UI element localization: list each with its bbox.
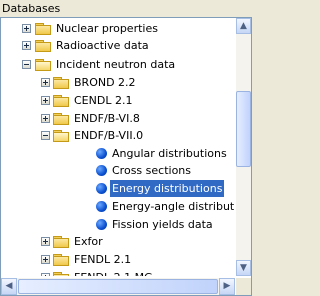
horizontal-scroll-thumb[interactable]: [18, 279, 218, 294]
vertical-scrollbar[interactable]: ▲ ▼: [236, 18, 251, 276]
collapse-minus-icon[interactable]: [22, 60, 31, 69]
tree-folder-item[interactable]: CENDL 2.1: [1, 92, 235, 109]
arrow-down-icon: ▼: [240, 263, 247, 273]
arrow-up-icon: ▲: [240, 21, 247, 31]
horizontal-scrollbar[interactable]: ◀ ▶: [1, 278, 235, 295]
tree-folder-item[interactable]: ENDF/B-VII.0: [1, 127, 235, 144]
scroll-down-button[interactable]: ▼: [236, 260, 251, 276]
expand-plus-icon[interactable]: [41, 96, 50, 105]
tree-leaf-item[interactable]: Energy distributions: [1, 180, 235, 197]
expand-plus-icon[interactable]: [41, 237, 50, 246]
folder-icon: [53, 77, 69, 89]
folder-icon: [53, 95, 69, 107]
tree-folder-item[interactable]: FENDL 2.1: [1, 251, 235, 268]
arrow-left-icon: ◀: [5, 281, 13, 291]
collapse-minus-icon[interactable]: [41, 131, 50, 140]
folder-icon: [53, 236, 69, 248]
tree-item-label[interactable]: ENDF/B-VII.0: [72, 127, 145, 144]
tree-leaf-item[interactable]: Cross sections: [1, 162, 235, 179]
expand-plus-icon[interactable]: [41, 255, 50, 264]
arrow-right-icon: ▶: [223, 281, 231, 291]
dataset-bullet-icon: [96, 165, 107, 176]
tree-item-label[interactable]: CENDL 2.1: [72, 92, 134, 109]
scroll-right-button[interactable]: ▶: [219, 278, 235, 295]
expand-plus-icon[interactable]: [22, 41, 31, 50]
expand-plus-icon[interactable]: [41, 114, 50, 123]
tree-item-label[interactable]: Fission yields data: [110, 216, 215, 233]
expand-plus-icon[interactable]: [22, 24, 31, 33]
dataset-bullet-icon: [96, 219, 107, 230]
folder-open-icon: [35, 59, 51, 71]
tree-item-label[interactable]: FENDL 2.1 MG: [72, 269, 155, 276]
tree-folder-item[interactable]: FENDL 2.1 MG: [1, 269, 235, 276]
tree-leaf-item[interactable]: Energy-angle distributions: [1, 198, 235, 215]
tree-folder-item[interactable]: Incident neutron data: [1, 56, 235, 73]
tree-item-label[interactable]: Angular distributions: [110, 145, 229, 162]
scroll-up-button[interactable]: ▲: [236, 18, 251, 34]
tree-leaf-item[interactable]: Fission yields data: [1, 216, 235, 233]
tree-folder-item[interactable]: Nuclear properties: [1, 20, 235, 37]
folder-open-icon: [53, 130, 69, 142]
folder-icon: [53, 113, 69, 125]
tree-item-label[interactable]: Energy distributions: [110, 180, 225, 197]
scrollbar-corner: [236, 278, 251, 295]
tree-item-label[interactable]: Nuclear properties: [54, 20, 160, 37]
expand-plus-icon[interactable]: [41, 273, 50, 276]
tree-leaf-item[interactable]: Angular distributions: [1, 145, 235, 162]
folder-icon: [35, 40, 51, 52]
tree-folder-item[interactable]: ENDF/B-VI.8: [1, 110, 235, 127]
tree-folder-item[interactable]: BROND 2.2: [1, 74, 235, 91]
folder-icon: [35, 23, 51, 35]
folder-icon: [53, 272, 69, 276]
tree-item-label[interactable]: Radioactive data: [54, 37, 151, 54]
dataset-bullet-icon: [96, 183, 107, 194]
database-tree[interactable]: Nuclear properties Radioactive data Incide…: [1, 18, 235, 276]
tree-item-label[interactable]: Exfor: [72, 233, 105, 250]
vertical-scroll-thumb[interactable]: [236, 91, 251, 167]
dataset-bullet-icon: [96, 148, 107, 159]
tree-item-label[interactable]: Incident neutron data: [54, 56, 177, 73]
database-tree-panel: Nuclear properties Radioactive data Incide…: [0, 17, 252, 296]
databases-group-title: Databases: [2, 2, 61, 15]
tree-item-label[interactable]: ENDF/B-VI.8: [72, 110, 142, 127]
dataset-bullet-icon: [96, 201, 107, 212]
tree-item-label[interactable]: FENDL 2.1: [72, 251, 133, 268]
tree-item-label[interactable]: Energy-angle distributions: [110, 198, 235, 215]
tree-folder-item[interactable]: Exfor: [1, 233, 235, 250]
tree-item-label[interactable]: Cross sections: [110, 162, 193, 179]
folder-icon: [53, 254, 69, 266]
tree-folder-item[interactable]: Radioactive data: [1, 37, 235, 54]
tree-item-label[interactable]: BROND 2.2: [72, 74, 138, 91]
scroll-left-button[interactable]: ◀: [1, 278, 17, 295]
expand-plus-icon[interactable]: [41, 78, 50, 87]
